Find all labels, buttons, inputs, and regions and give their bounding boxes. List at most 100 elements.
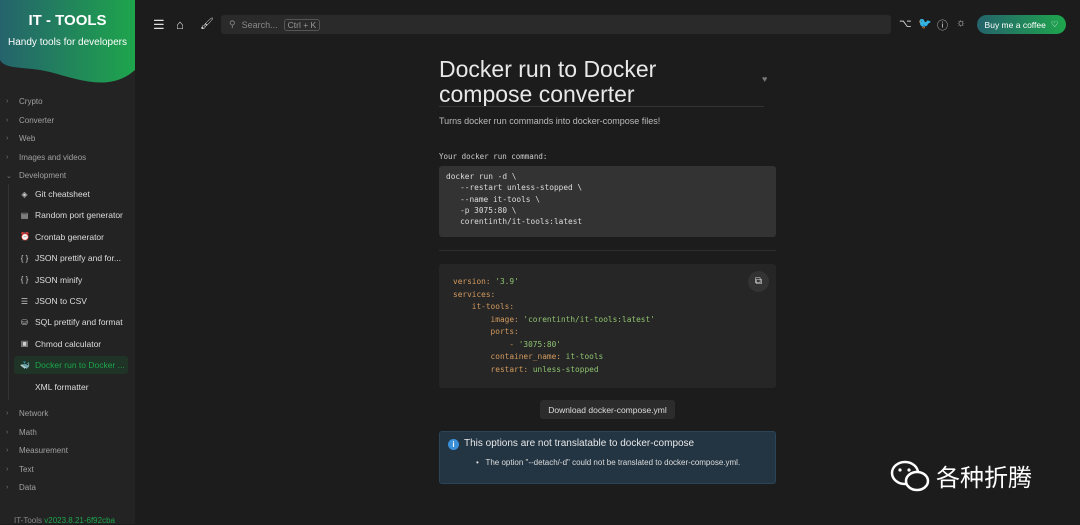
sidebar-category[interactable]: › Measurement [6, 446, 68, 455]
category-label: Crypto [19, 97, 43, 106]
heart-icon: ♡ [1050, 19, 1059, 29]
category-label: Math [19, 427, 37, 437]
search-placeholder: Search... [241, 19, 278, 30]
sidebar-category[interactable]: › Math [6, 428, 37, 437]
yaml-line: it-tools: [453, 301, 762, 314]
sidebar: IT - TOOLS Handy tools for developers › C… [0, 0, 135, 525]
yaml-line: version: '3.9' [453, 276, 762, 289]
yaml-key: ports: [453, 327, 519, 336]
sidebar-category[interactable]: ⌄ Development [6, 171, 66, 180]
chevron-down-icon: ⌄ [6, 172, 12, 180]
database-icon: ⛁ [21, 317, 28, 327]
alert-item: • The option "--detach/-d" could not be … [476, 458, 741, 467]
compose-output: version: '3.9' services: it-tools: image:… [439, 264, 776, 388]
file-icon: ▣ [20, 339, 29, 349]
search-input[interactable]: ⚲ Search... Ctrl + K [221, 15, 891, 34]
search-icon: ⚲ [229, 19, 236, 29]
sidebar-item-label: Git cheatsheet [35, 189, 90, 199]
sidebar-item[interactable]: ☰ JSON to CSV [14, 292, 128, 310]
sidebar-hero[interactable]: IT - TOOLS Handy tools for developers [0, 0, 135, 90]
sidebar-item-label: JSON prettify and for... [35, 253, 121, 264]
sidebar-item[interactable]: ◈ Git cheatsheet [14, 185, 128, 203]
yaml-key: container_name: [453, 352, 566, 361]
menu-icon[interactable]: ☰ [153, 17, 165, 33]
sidebar-item[interactable]: XML formatter [14, 378, 128, 396]
app-title: IT - TOOLS [28, 12, 107, 29]
info-icon[interactable]: ⓘ [937, 17, 948, 33]
yaml-key: image: [453, 314, 524, 324]
ui-lib-icon[interactable]: 🖌 [200, 17, 214, 30]
wechat-icon [890, 460, 930, 491]
sidebar-category[interactable]: › Converter [6, 116, 54, 125]
sidebar-category[interactable]: › Crypto [6, 97, 43, 106]
chevron-right-icon: › [6, 153, 9, 161]
sidebar-item[interactable]: { } JSON prettify and for... [14, 249, 128, 267]
sidebar-category[interactable]: › Web [6, 134, 35, 143]
sidebar-category[interactable]: › Text [6, 465, 34, 474]
yaml-value: it-tools [565, 352, 604, 361]
yaml-key: services: [453, 289, 496, 299]
coffee-label: Buy me a coffee [984, 19, 1046, 30]
chevron-right-icon: › [6, 484, 9, 491]
yaml-key: version: [453, 277, 496, 286]
favorite-icon[interactable]: ♥ [762, 74, 767, 84]
sidebar-item[interactable]: ▤ Random port generator [14, 206, 128, 224]
yaml-key: - [453, 339, 519, 349]
yaml-value: '3075:80' [518, 339, 561, 349]
yaml-key: restart: [453, 364, 533, 374]
yaml-line: container_name: it-tools [453, 351, 762, 364]
sidebar-item-label: XML formatter [35, 381, 89, 392]
yaml-line: restart: unless-stopped [453, 364, 762, 377]
page-title: Docker run to Docker compose converter [439, 56, 657, 107]
category-label: Development [19, 171, 67, 180]
input-label: Your docker run command: [439, 152, 548, 161]
docker-icon: 🐳 [20, 360, 30, 370]
yaml-key: it-tools: [453, 302, 515, 311]
server-icon: ▤ [20, 210, 29, 220]
sidebar-item[interactable]: ▣ Chmod calculator [14, 335, 128, 353]
chevron-right-icon: › [6, 135, 9, 142]
yaml-line: image: 'corentinth/it-tools:latest' [453, 314, 762, 327]
list-icon: ☰ [20, 296, 29, 306]
watermark-text: 各种折腾 [936, 465, 1032, 492]
git-icon: ◈ [21, 189, 28, 199]
sidebar-category[interactable]: › Data [6, 483, 36, 492]
category-label: Converter [19, 115, 55, 125]
alarm-icon: ⏰ [20, 232, 30, 242]
sidebar-item-label: JSON to CSV [35, 296, 87, 306]
category-label: Images and videos [19, 152, 87, 162]
copy-button[interactable]: ⧉ [748, 271, 769, 292]
sidebar-item[interactable]: 🐳 Docker run to Docker ... [14, 356, 128, 375]
theme-toggle-icon[interactable]: ☼ [956, 17, 966, 29]
sidebar-item-label: Random port generator [35, 210, 123, 221]
category-label: Data [19, 483, 36, 492]
sidebar-item-label: Docker run to Docker ... [35, 360, 125, 371]
shortcut-badge: Ctrl + K [283, 18, 321, 31]
info-icon: i [448, 439, 459, 450]
github-icon[interactable]: ⌥ [899, 17, 912, 30]
sidebar-item[interactable]: ⏰ Crontab generator [14, 228, 128, 246]
docker-run-input[interactable]: docker run -d \ --restart unless-stopped… [439, 166, 776, 237]
title-divider [439, 106, 764, 107]
home-icon[interactable]: ⌂ [176, 17, 184, 32]
alert-title: This options are not translatable to doc… [464, 438, 695, 449]
download-button[interactable]: Download docker-compose.yml [540, 400, 675, 419]
twitter-icon[interactable]: 🐦 [918, 17, 932, 30]
yaml-value: '3.9' [495, 277, 519, 286]
braces-icon: { } [20, 275, 29, 285]
yaml-value: unless-stopped [532, 364, 599, 374]
category-label: Measurement [19, 446, 68, 455]
category-label: Web [19, 134, 36, 143]
sidebar-category[interactable]: › Network [6, 409, 48, 418]
copy-icon: ⧉ [754, 276, 763, 287]
braces-icon: { } [20, 253, 29, 263]
sidebar-category[interactable]: › Images and videos [6, 153, 86, 162]
sidebar-item-label: JSON minify [35, 274, 83, 285]
yaml-line: services: [453, 289, 762, 302]
yaml-line: - '3075:80' [453, 339, 762, 352]
sidebar-item[interactable]: { } JSON minify [14, 271, 128, 289]
sidebar-item[interactable]: ⛁ SQL prettify and format [14, 313, 128, 331]
buy-coffee-button[interactable]: Buy me a coffee ♡ [977, 15, 1066, 34]
page-description: Turns docker run commands into docker-co… [439, 116, 661, 126]
category-label: Text [19, 464, 34, 474]
